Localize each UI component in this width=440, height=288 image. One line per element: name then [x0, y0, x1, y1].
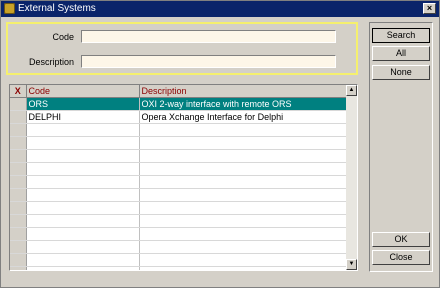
- table-row[interactable]: [10, 227, 348, 241]
- none-button[interactable]: None: [372, 65, 430, 80]
- description-cell[interactable]: [139, 123, 348, 137]
- code-cell[interactable]: DELPHI: [26, 110, 140, 124]
- description-cell[interactable]: [139, 136, 348, 150]
- row-selector-cell[interactable]: [10, 227, 27, 241]
- search-button[interactable]: Search: [372, 28, 430, 43]
- row-selector-cell[interactable]: [10, 266, 27, 270]
- table-row[interactable]: [10, 240, 348, 254]
- code-cell[interactable]: [26, 149, 140, 163]
- description-cell[interactable]: [139, 214, 348, 228]
- ok-button[interactable]: OK: [372, 232, 430, 247]
- description-cell[interactable]: [139, 175, 348, 189]
- column-header-description[interactable]: Description: [139, 85, 348, 98]
- app-icon: [4, 3, 15, 14]
- row-selector-cell[interactable]: [10, 240, 27, 254]
- column-header-code[interactable]: Code: [26, 85, 140, 98]
- row-selector-cell[interactable]: [10, 162, 27, 176]
- table-row[interactable]: [10, 266, 348, 270]
- table-row[interactable]: DELPHI Opera Xchange Interface for Delphi: [10, 110, 348, 124]
- scroll-up-icon[interactable]: ▲: [346, 85, 357, 96]
- description-field[interactable]: [81, 55, 336, 68]
- code-cell[interactable]: [26, 240, 140, 254]
- description-label: Description: [28, 57, 74, 67]
- table-row[interactable]: [10, 201, 348, 215]
- close-window-button[interactable]: ×: [423, 3, 436, 14]
- grid-header-row: X Code Description: [10, 85, 348, 98]
- column-header-x[interactable]: X: [10, 85, 27, 98]
- row-selector-cell[interactable]: [10, 253, 27, 267]
- code-cell[interactable]: [26, 201, 140, 215]
- row-selector-cell[interactable]: [10, 110, 27, 124]
- results-grid[interactable]: X Code Description ORS OXI 2-way interfac…: [9, 84, 358, 271]
- row-selector-cell[interactable]: [10, 136, 27, 150]
- table-row[interactable]: [10, 136, 348, 150]
- description-cell[interactable]: [139, 188, 348, 202]
- code-label: Code: [52, 32, 74, 42]
- description-cell[interactable]: [139, 149, 348, 163]
- table-row[interactable]: [10, 214, 348, 228]
- table-row[interactable]: ORS OXI 2-way interface with remote ORS: [10, 97, 348, 111]
- row-selector-cell[interactable]: [10, 97, 27, 111]
- window-title: External Systems: [18, 3, 96, 14]
- description-cell[interactable]: [139, 162, 348, 176]
- row-selector-cell[interactable]: [10, 201, 27, 215]
- external-systems-window: External Systems × Code Description X Co…: [0, 0, 440, 288]
- table-row[interactable]: [10, 175, 348, 189]
- all-button[interactable]: All: [372, 46, 430, 61]
- results-table: X Code Description ORS OXI 2-way interfac…: [10, 85, 348, 270]
- row-selector-cell[interactable]: [10, 188, 27, 202]
- scroll-down-icon[interactable]: ▼: [346, 259, 357, 270]
- description-cell[interactable]: OXI 2-way interface with remote ORS: [139, 97, 348, 111]
- row-selector-cell[interactable]: [10, 123, 27, 137]
- description-cell[interactable]: [139, 240, 348, 254]
- table-row[interactable]: [10, 253, 348, 267]
- table-row[interactable]: [10, 162, 348, 176]
- code-cell[interactable]: [26, 253, 140, 267]
- description-cell[interactable]: Opera Xchange Interface for Delphi: [139, 110, 348, 124]
- description-cell[interactable]: [139, 227, 348, 241]
- search-panel: Code Description: [6, 22, 358, 75]
- code-cell[interactable]: [26, 227, 140, 241]
- row-selector-cell[interactable]: [10, 175, 27, 189]
- button-panel: Search All None OK Close: [369, 22, 433, 272]
- description-cell[interactable]: [139, 266, 348, 270]
- row-selector-cell[interactable]: [10, 214, 27, 228]
- code-cell[interactable]: [26, 175, 140, 189]
- table-row[interactable]: [10, 149, 348, 163]
- code-cell[interactable]: [26, 136, 140, 150]
- row-selector-cell[interactable]: [10, 149, 27, 163]
- description-cell[interactable]: [139, 201, 348, 215]
- code-cell[interactable]: [26, 188, 140, 202]
- title-bar: External Systems ×: [1, 1, 439, 17]
- close-button[interactable]: Close: [372, 250, 430, 265]
- description-cell[interactable]: [139, 253, 348, 267]
- code-cell[interactable]: [26, 162, 140, 176]
- code-field[interactable]: [81, 30, 336, 43]
- vertical-scrollbar[interactable]: ▲ ▼: [346, 85, 357, 270]
- table-row[interactable]: [10, 188, 348, 202]
- table-row[interactable]: [10, 123, 348, 137]
- code-cell[interactable]: [26, 214, 140, 228]
- code-cell[interactable]: [26, 123, 140, 137]
- code-cell[interactable]: ORS: [26, 97, 140, 111]
- code-cell[interactable]: [26, 266, 140, 270]
